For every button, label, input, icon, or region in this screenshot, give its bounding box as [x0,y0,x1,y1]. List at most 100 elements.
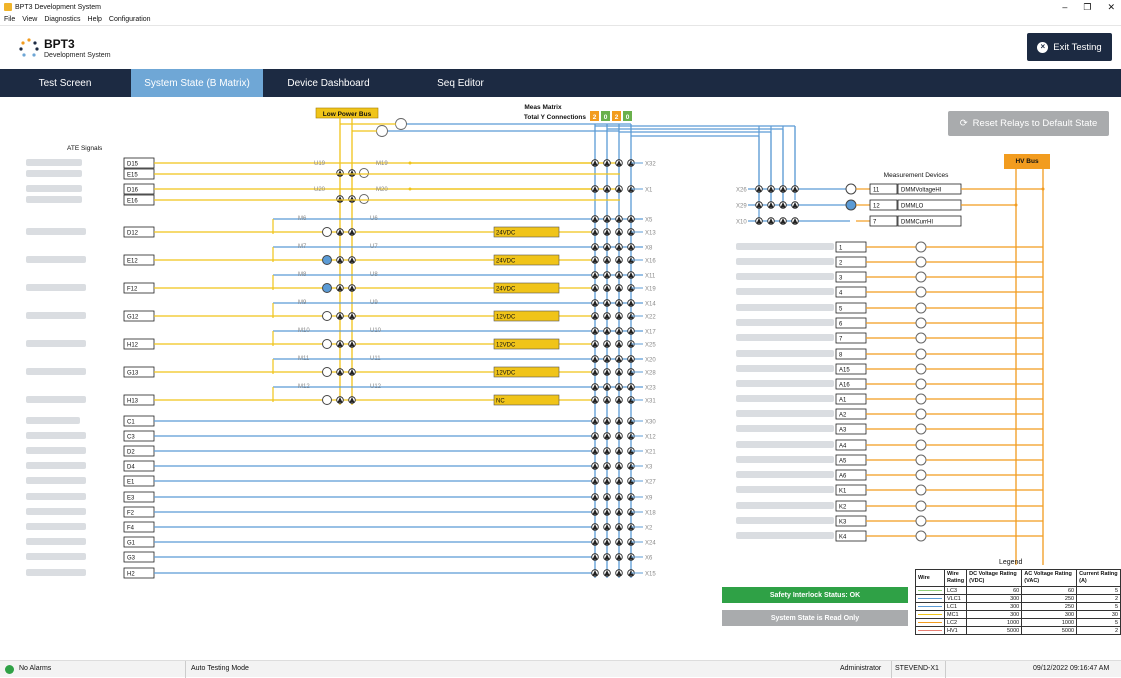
relay-label: M12 [298,384,310,390]
reset-relays-button[interactable]: ⟳ Reset Relays to Default State [948,111,1109,136]
matrix-x-label: X27 [645,480,656,486]
hv-channel-label: K3 [839,520,847,526]
exit-testing-button[interactable]: × Exit Testing [1027,33,1112,61]
menu-file[interactable]: File [4,16,15,23]
relay-switch-icon [627,243,635,251]
matrix-x-label: X23 [645,386,656,392]
relay-label: M6 [298,216,307,222]
maximize-icon[interactable]: ❐ [1083,0,1091,14]
relay-switch-icon [591,340,599,348]
tab-test-screen[interactable]: Test Screen [0,69,130,97]
relay-switch-icon [603,396,611,404]
signal-pin-label: H12 [127,343,139,349]
relay-label: U10 [370,328,382,334]
hv-relay-icon [915,363,927,375]
relay-switch-icon [348,340,356,348]
signal-name-redacted [26,462,86,469]
relay-switch-icon [603,228,611,236]
signal-pin-label: G12 [127,315,139,321]
relay-switch-icon [603,447,611,455]
signal-name-redacted [26,368,86,375]
hv-signal-name-redacted [736,441,834,448]
signal-pin-label: F4 [127,526,135,532]
relay-icon [322,255,332,265]
signal-name-redacted [26,447,86,454]
relay-switch-icon [615,383,623,391]
relay-switch-icon [615,340,623,348]
signal-name-redacted [26,396,86,403]
relay-switch-icon [615,256,623,264]
hv-signal-name-redacted [736,425,834,432]
hv-relay-icon [915,317,927,329]
relay-switch-icon [591,185,599,193]
signal-pin-label: D16 [127,188,139,194]
relay-switch-icon [755,201,763,209]
hv-relay-icon [915,484,927,496]
window-titlebar: BPT3 Development System – ❐ ✕ [0,0,1121,14]
meas-relay-icon [845,183,857,195]
relay-switch-icon [591,271,599,279]
signal-name-redacted [26,256,86,263]
hv-channel-label: A15 [839,368,850,374]
legend-row: LC2 1000 1000 5 [915,618,1121,627]
hv-signal-name-redacted [736,502,834,509]
matrix-x-label: X11 [645,274,656,280]
relay-switch-icon [336,368,344,376]
relay-switch-icon [603,432,611,440]
exit-testing-label: Exit Testing [1053,41,1102,53]
y-connection-count: 2 [593,114,597,121]
minimize-icon[interactable]: – [1062,0,1067,14]
relay-switch-icon [591,312,599,320]
legend-current: 5 [1076,586,1121,595]
matrix-x-label: X15 [645,572,656,578]
relay-switch-icon [615,417,623,425]
relay-switch-icon [615,447,623,455]
hv-signal-name-redacted [736,471,834,478]
hv-relay-icon [915,378,927,390]
supply-label: 24VDC [496,259,516,265]
menu-help[interactable]: Help [88,16,102,23]
hv-signal-name-redacted [736,532,834,539]
relay-icon [322,227,332,237]
hv-channel-label: K2 [839,505,847,511]
alarm-status-icon [5,665,14,674]
hv-relay-icon [915,241,927,253]
close-icon[interactable]: ✕ [1107,0,1115,14]
supply-label: 12VDC [496,343,516,349]
relay-switch-icon [603,243,611,251]
menu-view[interactable]: View [22,16,37,23]
tab-device-dashboard[interactable]: Device Dashboard [266,69,391,97]
relay-switch-icon [336,340,344,348]
signal-name-redacted [26,159,82,166]
legend-dc: 300 [966,594,1023,603]
hv-signal-name-redacted [736,273,834,280]
relay-switch-icon [615,271,623,279]
menu-configuration[interactable]: Configuration [109,16,151,23]
legend-ac: 60 [1021,586,1078,595]
tab-system-state[interactable]: System State (B Matrix) [131,69,263,97]
relay-switch-icon [627,299,635,307]
legend-name: HV1 [943,626,968,635]
relay-switch-icon [791,217,799,225]
relay-switch-icon [767,185,775,193]
signal-pin-label: H13 [127,399,139,405]
matrix-x-label: X13 [645,231,656,237]
meas-x-label: X10 [736,220,747,226]
brand-subtitle: Development System [44,52,111,59]
relay-switch-icon [591,538,599,546]
ate-signals-label: ATE Signals [67,145,103,152]
relay-switch-icon [591,327,599,335]
relay-switch-icon [615,508,623,516]
matrix-x-label: X24 [645,541,656,547]
wire-swatch [915,594,945,603]
relay-switch-icon [336,169,344,177]
signal-name-redacted [26,538,86,545]
menu-diagnostics[interactable]: Diagnostics [44,16,80,23]
relay-switch-icon [627,327,635,335]
relay-switch-icon [615,159,623,167]
relay-switch-icon [615,299,623,307]
tab-seq-editor[interactable]: Seq Editor [398,69,523,97]
signal-name-redacted [26,185,82,192]
wire-swatch [915,626,945,635]
meas-name-label: DMMCurrHI [901,220,933,226]
